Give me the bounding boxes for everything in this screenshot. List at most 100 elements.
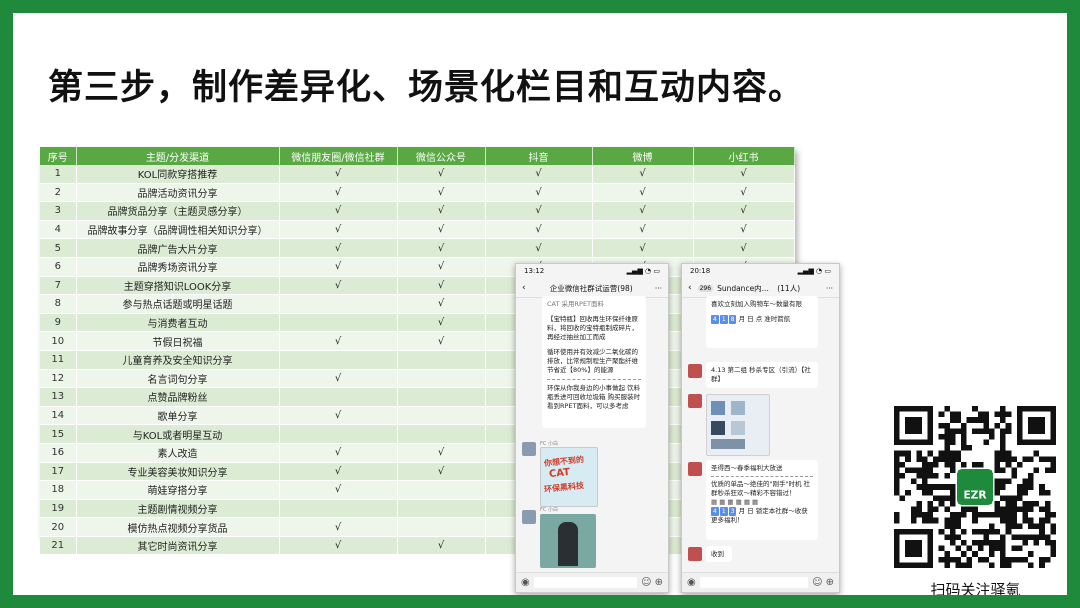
plus-icon[interactable]: ⊕ bbox=[655, 577, 663, 588]
qr-code[interactable]: EZR bbox=[894, 406, 1056, 568]
row-index: 4 bbox=[40, 220, 77, 240]
row-index: 5 bbox=[40, 238, 77, 258]
row-index: 3 bbox=[40, 201, 77, 221]
row-index: 19 bbox=[40, 499, 77, 519]
plus-icon[interactable]: ⊕ bbox=[826, 577, 834, 588]
channel-cell: √ bbox=[592, 183, 694, 203]
channel-cell bbox=[279, 387, 398, 407]
row-index: 15 bbox=[40, 424, 77, 444]
chat-message: 收到 bbox=[706, 546, 732, 562]
channel-cell bbox=[397, 406, 486, 426]
channel-cell: √ bbox=[397, 331, 486, 351]
chat-message: 喜欢立刻加入购物车～数量有限 418 月 日 点 准时箭航 bbox=[706, 296, 818, 348]
row-topic: 节假日祝福 bbox=[76, 331, 280, 351]
channel-cell: √ bbox=[279, 536, 398, 556]
emoji-icon[interactable]: ☺ bbox=[812, 577, 822, 588]
row-index: 18 bbox=[40, 480, 77, 500]
channel-cell: √ bbox=[592, 201, 694, 221]
voice-icon[interactable]: ◉ bbox=[521, 577, 530, 588]
channel-cell bbox=[397, 387, 486, 407]
row-index: 17 bbox=[40, 462, 77, 482]
unread-badge[interactable]: 296 bbox=[697, 284, 714, 292]
header-douyin: 抖音 bbox=[485, 147, 593, 165]
more-icon[interactable]: ··· bbox=[655, 284, 662, 293]
channel-cell: √ bbox=[397, 257, 486, 277]
message-input[interactable] bbox=[533, 577, 638, 588]
avatar[interactable] bbox=[522, 442, 536, 456]
channel-cell bbox=[397, 499, 486, 519]
avatar[interactable] bbox=[688, 364, 702, 378]
channel-cell: √ bbox=[592, 238, 694, 258]
status-time: 20:18 bbox=[690, 267, 711, 275]
channel-cell: √ bbox=[279, 406, 398, 426]
signal-icon: ▂▄▆ ◔ ▭ bbox=[797, 267, 831, 275]
row-index: 9 bbox=[40, 313, 77, 333]
status-bar: 13:12 ▂▄▆ ◔ ▭ bbox=[516, 264, 668, 279]
channel-cell: √ bbox=[279, 331, 398, 351]
row-topic: 品牌活动资讯分享 bbox=[76, 183, 280, 203]
channel-cell: √ bbox=[397, 313, 486, 333]
promo-image-card[interactable]: 你想不到的 CAT 环保黑科技 bbox=[540, 447, 598, 507]
avatar[interactable] bbox=[688, 547, 702, 561]
voice-icon[interactable]: ◉ bbox=[687, 577, 696, 588]
channel-cell: √ bbox=[397, 462, 486, 482]
row-topic: 品牌广告大片分享 bbox=[76, 238, 280, 258]
channel-cell: √ bbox=[279, 165, 398, 184]
row-topic: 其它时尚资讯分享 bbox=[76, 536, 280, 556]
channel-cell: √ bbox=[693, 183, 795, 203]
row-topic: 素人改造 bbox=[76, 443, 280, 463]
channel-cell bbox=[397, 517, 486, 537]
chat-message: CAT 采用RPET面料 【宝特瓶】回收再生环保纤维原料，将回收的宝特瓶制成碎片… bbox=[542, 296, 646, 428]
channel-cell: √ bbox=[279, 183, 398, 203]
row-index: 13 bbox=[40, 387, 77, 407]
product-photo[interactable] bbox=[540, 514, 596, 568]
channel-cell: √ bbox=[397, 220, 486, 240]
back-icon[interactable]: ‹ bbox=[522, 283, 526, 293]
channel-cell: √ bbox=[279, 201, 398, 221]
channel-cell: √ bbox=[279, 480, 398, 500]
channel-cell: √ bbox=[693, 220, 795, 240]
message-input[interactable] bbox=[699, 577, 809, 588]
back-icon[interactable]: ‹ bbox=[688, 283, 692, 293]
avatar[interactable] bbox=[688, 462, 702, 476]
status-time: 13:12 bbox=[524, 267, 545, 275]
phone-screenshot-wechat-group: 20:18 ▂▄▆ ◔ ▭ ‹ 296 Sundance内... (11人) ·… bbox=[681, 263, 840, 593]
avatar[interactable] bbox=[522, 510, 536, 524]
channel-cell: √ bbox=[279, 257, 398, 277]
row-topic: 歌单分享 bbox=[76, 406, 280, 426]
table-row: 5 品牌广告大片分享 √ √ √ √ √ bbox=[40, 238, 795, 258]
header-weibo: 微博 bbox=[592, 147, 694, 165]
header-topic: 主题/分发渠道 bbox=[76, 147, 280, 165]
channel-cell bbox=[279, 313, 398, 333]
row-index: 11 bbox=[40, 350, 77, 370]
row-index: 8 bbox=[40, 294, 77, 314]
member-count: (11人) bbox=[777, 283, 801, 293]
channel-cell: √ bbox=[693, 238, 795, 258]
model-figure bbox=[558, 522, 578, 566]
channel-cell bbox=[279, 294, 398, 314]
channel-cell: √ bbox=[485, 238, 593, 258]
row-index: 2 bbox=[40, 183, 77, 203]
channel-cell: √ bbox=[485, 183, 593, 203]
channel-cell: √ bbox=[397, 201, 486, 221]
channel-cell: √ bbox=[693, 201, 795, 221]
channel-cell bbox=[397, 424, 486, 444]
row-index: 20 bbox=[40, 517, 77, 537]
more-icon[interactable]: ··· bbox=[826, 284, 833, 293]
row-topic: 与消费者互动 bbox=[76, 313, 280, 333]
channel-cell: √ bbox=[397, 443, 486, 463]
ezr-logo-text: EZR bbox=[963, 489, 986, 502]
channel-cell: √ bbox=[397, 536, 486, 556]
channel-cell bbox=[279, 350, 398, 370]
product-image-grid[interactable] bbox=[706, 394, 770, 456]
chat-message: 4.13 第二组 秒杀专区（引流）【社群】 bbox=[706, 362, 818, 388]
channel-cell: √ bbox=[397, 183, 486, 203]
table-row: 4 品牌故事分享（品牌调性相关知识分享） √ √ √ √ √ bbox=[40, 220, 795, 240]
emoji-icon[interactable]: ☺ bbox=[641, 577, 651, 588]
row-topic: 品牌故事分享（品牌调性相关知识分享） bbox=[76, 220, 280, 240]
channel-cell bbox=[279, 499, 398, 519]
sender-name: FC 小白 bbox=[540, 441, 558, 447]
channel-cell: √ bbox=[279, 369, 398, 389]
channel-cell: √ bbox=[485, 220, 593, 240]
avatar[interactable] bbox=[688, 394, 702, 408]
